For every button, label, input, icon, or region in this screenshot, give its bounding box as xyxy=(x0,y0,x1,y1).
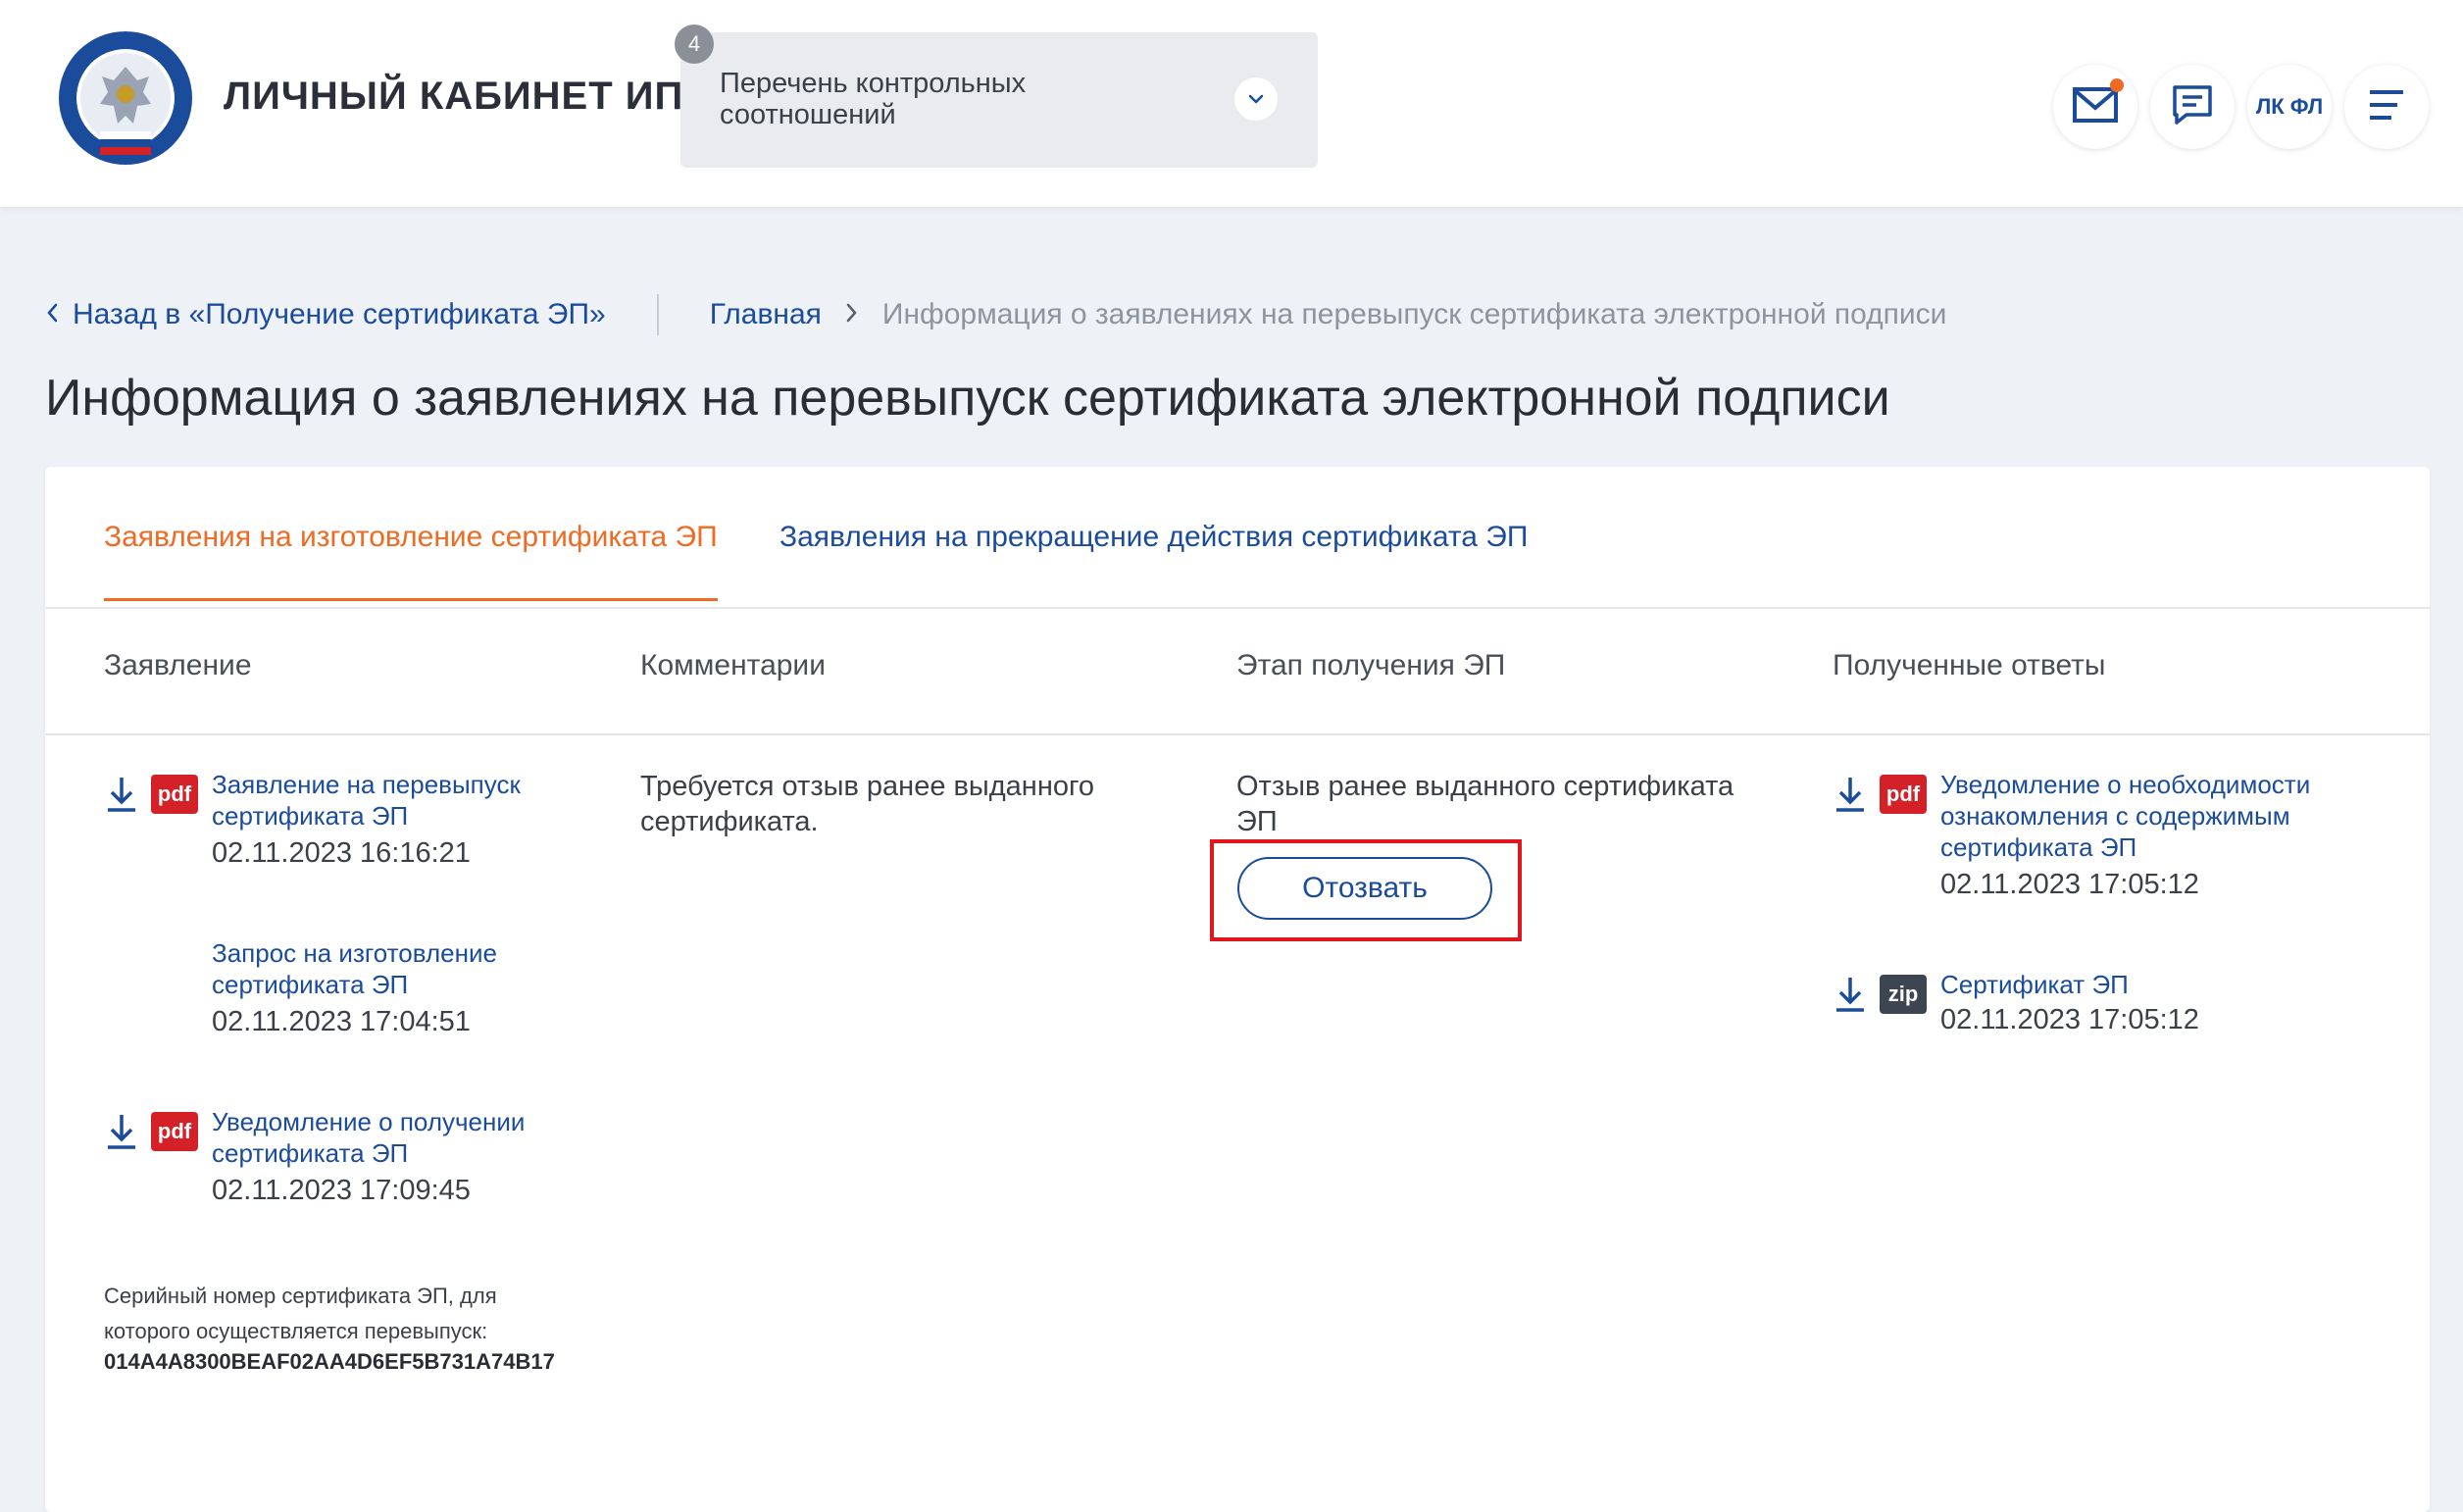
response-date: 02.11.2023 17:05:12 xyxy=(1940,1004,2199,1035)
application-link[interactable]: Заявление на перевыпуск сертификата ЭП xyxy=(212,769,565,832)
list-item: zip Сертификат ЭП 02.11.2023 17:05:12 xyxy=(1833,969,2382,1047)
tab-termination-applications[interactable]: Заявления на прекращение действия сертиф… xyxy=(779,521,1528,554)
hamburger-menu-icon xyxy=(2368,88,2405,126)
chevron-down-icon[interactable] xyxy=(1234,77,1278,121)
applications-card: Заявления на изготовление сертификата ЭП… xyxy=(45,467,2430,1512)
chat-icon xyxy=(2171,83,2214,131)
pdf-file-icon: pdf xyxy=(151,775,198,814)
dropdown-text: Перечень контрольных соотношений xyxy=(720,68,1027,130)
list-item: pdf Уведомление о получении сертификата … xyxy=(104,1106,575,1214)
column-header-stage: Этап получения ЭП xyxy=(1236,649,1506,681)
serial-number-label: Серийный номер сертификата ЭП, для котор… xyxy=(104,1284,497,1343)
response-link[interactable]: Уведомление о необходимости ознакомления… xyxy=(1940,769,2352,863)
pdf-file-icon: pdf xyxy=(151,1112,198,1151)
column-header-responses: Полученные ответы xyxy=(1833,649,2106,681)
back-link[interactable]: Назад в «Получение сертификата ЭП» xyxy=(45,298,606,331)
breadcrumb-divider xyxy=(656,294,659,335)
chevron-left-icon xyxy=(45,298,59,331)
header-divider xyxy=(45,733,2430,735)
download-icon[interactable] xyxy=(104,775,139,814)
tab-issuance-applications[interactable]: Заявления на изготовление сертификата ЭП xyxy=(104,521,718,601)
lk-fl-button[interactable]: ЛК ФЛ xyxy=(2247,65,2332,149)
page-title: Информация о заявлениях на перевыпуск се… xyxy=(45,370,1890,427)
zip-file-icon: zip xyxy=(1880,975,1927,1014)
download-icon[interactable] xyxy=(104,1112,139,1151)
list-item: Запрос на изготовление сертификата ЭП 02… xyxy=(104,937,575,1045)
revoke-button[interactable]: Отозвать xyxy=(1237,857,1492,920)
messages-button[interactable] xyxy=(2150,65,2235,149)
mail-icon xyxy=(2072,86,2119,128)
download-icon[interactable] xyxy=(1833,975,1868,1014)
pdf-file-icon: pdf xyxy=(1880,775,1927,814)
breadcrumb-current: Информация о заявлениях на перевыпуск се… xyxy=(881,298,1947,330)
unread-dot xyxy=(2110,78,2124,92)
count-badge: 4 xyxy=(675,25,714,64)
list-item: pdf Заявление на перевыпуск сертификата … xyxy=(104,769,575,877)
application-link[interactable]: Запрос на изготовление сертификата ЭП xyxy=(212,937,565,1000)
fns-emblem-logo[interactable] xyxy=(57,29,194,167)
column-header-comments: Комментарии xyxy=(640,649,826,681)
top-header: ЛИЧНЫЙ КАБИНЕТ ИП 4 Перечень контрольных… xyxy=(0,0,2463,207)
breadcrumb: Назад в «Получение сертификата ЭП» Главн… xyxy=(45,294,1947,335)
response-date: 02.11.2023 17:05:12 xyxy=(1940,869,2199,900)
menu-button[interactable] xyxy=(2344,65,2429,149)
tab-bar: Заявления на изготовление сертификата ЭП… xyxy=(45,467,2430,609)
application-date: 02.11.2023 17:04:51 xyxy=(212,1006,471,1037)
stage-text: Отзыв ранее выданного сертификата ЭП xyxy=(1236,771,1734,837)
download-icon[interactable] xyxy=(1833,775,1868,814)
chevron-right-icon xyxy=(845,298,859,331)
application-date: 02.11.2023 16:16:21 xyxy=(212,837,471,869)
breadcrumb-home[interactable]: Главная xyxy=(710,298,822,331)
mail-button[interactable] xyxy=(2053,65,2137,149)
application-link[interactable]: Уведомление о получении сертификата ЭП xyxy=(212,1106,565,1169)
application-date: 02.11.2023 17:09:45 xyxy=(212,1175,471,1206)
control-ratios-dropdown[interactable]: 4 Перечень контрольных соотношений xyxy=(675,25,1318,168)
column-header-application: Заявление xyxy=(104,649,252,681)
back-link-label: Назад в «Получение сертификата ЭП» xyxy=(73,298,606,330)
serial-number-value: 014A4A8300BEAF02AA4D6EF5B731A74B17 xyxy=(104,1349,555,1374)
cabinet-title: ЛИЧНЫЙ КАБИНЕТ ИП xyxy=(224,75,684,118)
response-link[interactable]: Сертификат ЭП xyxy=(1940,969,2352,1000)
comment-text: Требуется отзыв ранее выданного сертифик… xyxy=(640,771,1095,837)
list-item: pdf Уведомление о необходимости ознакомл… xyxy=(1833,769,2382,906)
